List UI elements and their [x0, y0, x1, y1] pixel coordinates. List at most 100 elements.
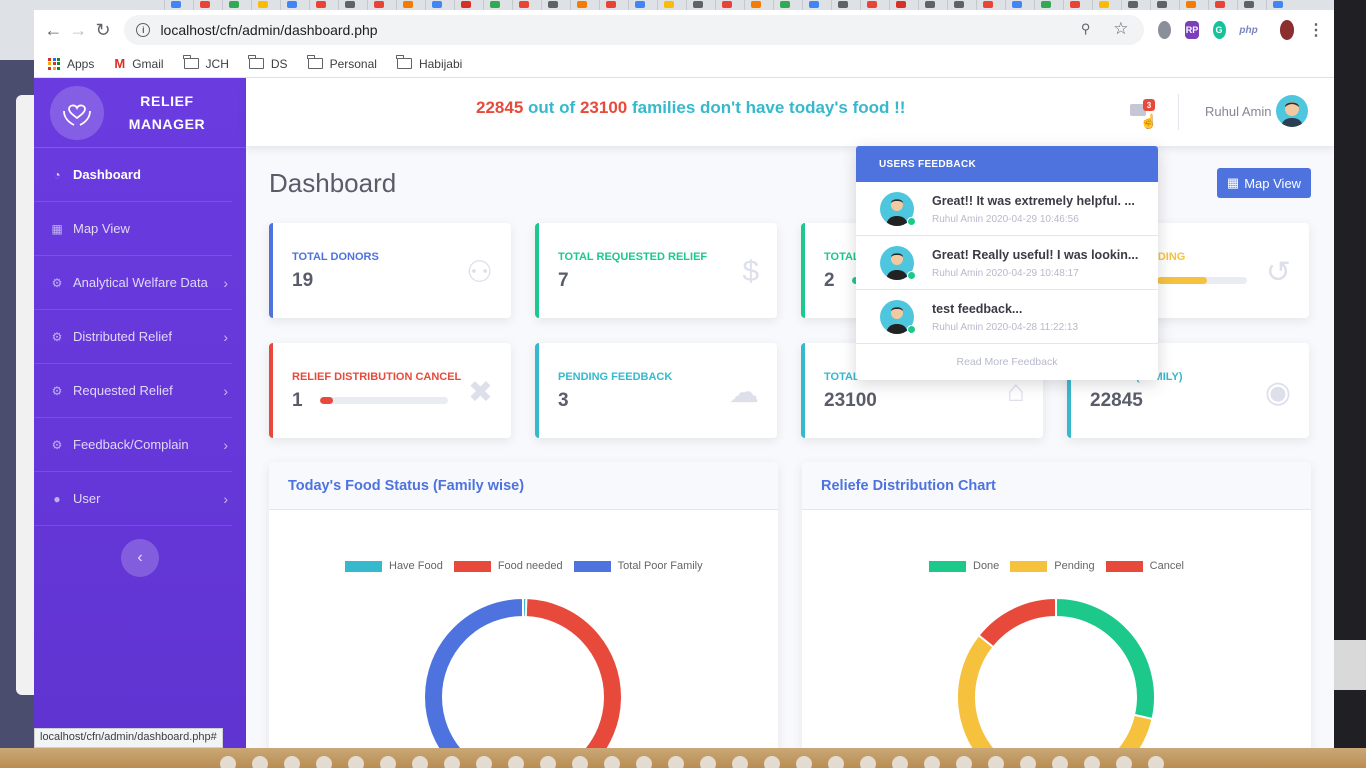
browser-tab[interactable] [1150, 0, 1178, 10]
dock-app-icon[interactable] [668, 756, 684, 768]
donut-slice-done[interactable] [1055, 596, 1156, 721]
sidebar-toggle-button[interactable]: ‹ [121, 539, 159, 577]
back-button[interactable]: ← [44, 17, 63, 43]
dock-app-icon[interactable] [732, 756, 748, 768]
dock-app-icon[interactable] [348, 756, 364, 768]
browser-tab[interactable] [976, 0, 1004, 10]
donut-slice-food-needed[interactable] [523, 597, 623, 748]
dock-app-icon[interactable] [380, 756, 396, 768]
key-icon[interactable]: ⚲ [1081, 21, 1091, 37]
user-avatar[interactable] [1276, 95, 1308, 127]
bookmark-habijabi[interactable]: Habijabi [396, 55, 462, 71]
user-name[interactable]: Ruhul Amin [1205, 104, 1271, 119]
dock-app-icon[interactable] [604, 756, 620, 768]
browser-tab[interactable] [164, 0, 192, 10]
browser-tab[interactable] [251, 0, 279, 10]
dock-app-icon[interactable] [572, 756, 588, 768]
browser-tab[interactable] [1063, 0, 1091, 10]
bookmark-apps[interactable]: Apps [48, 57, 94, 71]
browser-tab[interactable] [483, 0, 511, 10]
browser-tab[interactable] [512, 0, 540, 10]
browser-tab[interactable] [338, 0, 366, 10]
browser-tab[interactable] [918, 0, 946, 10]
browser-tab[interactable] [367, 0, 395, 10]
bookmark-ds[interactable]: DS [248, 55, 288, 71]
dock-app-icon[interactable] [444, 756, 460, 768]
sidebar-item-feedback-complain[interactable]: ⚙ Feedback/Complain › [34, 418, 232, 472]
dock-app-icon[interactable] [1116, 756, 1132, 768]
browser-tab[interactable] [1034, 0, 1062, 10]
dock-app-icon[interactable] [700, 756, 716, 768]
sidebar-item-requested-relief[interactable]: ⚙ Requested Relief › [34, 364, 232, 418]
brand[interactable]: RELIEF MANAGER [34, 78, 246, 148]
browser-tab[interactable] [1005, 0, 1033, 10]
tab-strip[interactable] [34, 0, 1334, 10]
dock-app-icon[interactable] [284, 756, 300, 768]
browser-tab[interactable] [280, 0, 308, 10]
dock-app-icon[interactable] [252, 756, 268, 768]
map-view-button[interactable]: ▦ Map View [1217, 168, 1311, 198]
extension-grammarly-icon[interactable]: G [1212, 21, 1226, 39]
dock-app-icon[interactable] [476, 756, 492, 768]
browser-tab[interactable] [802, 0, 830, 10]
dock-app-icon[interactable] [988, 756, 1004, 768]
reload-button[interactable]: ↻ [94, 17, 113, 43]
address-bar[interactable]: i localhost/cfn/admin/dashboard.php ⚲ ☆ [124, 15, 1145, 45]
browser-tab[interactable] [599, 0, 627, 10]
dock-app-icon[interactable] [1148, 756, 1164, 768]
dock-app-icon[interactable] [796, 756, 812, 768]
browser-tab[interactable] [1237, 0, 1265, 10]
browser-tab[interactable] [222, 0, 250, 10]
dock-app-icon[interactable] [1052, 756, 1068, 768]
dock-app-icon[interactable] [956, 756, 972, 768]
extension-php-icon[interactable]: php [1239, 21, 1257, 39]
feedback-item[interactable]: Great!! It was extremely helpful. ... Ruh… [856, 182, 1158, 236]
browser-tab[interactable] [686, 0, 714, 10]
sidebar-item-analytical-welfare-data[interactable]: ⚙ Analytical Welfare Data › [34, 256, 232, 310]
sidebar-item-dashboard[interactable]: ◔ Dashboard [34, 148, 232, 202]
dock-app-icon[interactable] [892, 756, 908, 768]
browser-tab[interactable] [889, 0, 917, 10]
dock-app-icon[interactable] [636, 756, 652, 768]
browser-tab[interactable] [309, 0, 337, 10]
browser-tab[interactable] [715, 0, 743, 10]
dock-app-icon[interactable] [508, 756, 524, 768]
dock-app-icon[interactable] [1084, 756, 1100, 768]
extension-globe-icon[interactable] [1158, 21, 1172, 39]
star-icon[interactable]: ☆ [1113, 19, 1128, 39]
donut-slice-total-poor-family[interactable] [423, 596, 524, 748]
browser-tab[interactable] [657, 0, 685, 10]
browser-tab[interactable] [1179, 0, 1207, 10]
browser-tab[interactable] [193, 0, 221, 10]
browser-tab[interactable] [773, 0, 801, 10]
browser-tab[interactable] [425, 0, 453, 10]
browser-tab[interactable] [1208, 0, 1236, 10]
forward-button[interactable]: → [69, 17, 88, 43]
menu-dots-icon[interactable]: ⋮ [1308, 21, 1324, 39]
dock-app-icon[interactable] [828, 756, 844, 768]
extension-rp-icon[interactable]: RP [1185, 21, 1199, 39]
dock-app-icon[interactable] [764, 756, 780, 768]
donut-slice-cancel[interactable] [977, 596, 1057, 649]
read-more-feedback-link[interactable]: Read More Feedback [856, 344, 1158, 368]
sidebar-item-map-view[interactable]: ▦ Map View [34, 202, 232, 256]
info-icon[interactable]: i [136, 23, 151, 37]
browser-tab[interactable] [1092, 0, 1120, 10]
browser-tab[interactable] [454, 0, 482, 10]
browser-tab[interactable] [860, 0, 888, 10]
browser-tab[interactable] [570, 0, 598, 10]
browser-tab[interactable] [628, 0, 656, 10]
sidebar-item-user[interactable]: ● User › [34, 472, 232, 526]
dock-app-icon[interactable] [412, 756, 428, 768]
dock-app-icon[interactable] [924, 756, 940, 768]
browser-tab[interactable] [541, 0, 569, 10]
bookmark-jch[interactable]: JCH [183, 55, 229, 71]
browser-tab[interactable] [831, 0, 859, 10]
browser-tab[interactable] [947, 0, 975, 10]
browser-tab[interactable] [1266, 0, 1294, 10]
dock-app-icon[interactable] [220, 756, 236, 768]
dock-app-icon[interactable] [1020, 756, 1036, 768]
feedback-item[interactable]: Great! Really useful! I was lookin... Ruh… [856, 236, 1158, 290]
sidebar-item-distributed-relief[interactable]: ⚙ Distributed Relief › [34, 310, 232, 364]
dock-app-icon[interactable] [540, 756, 556, 768]
